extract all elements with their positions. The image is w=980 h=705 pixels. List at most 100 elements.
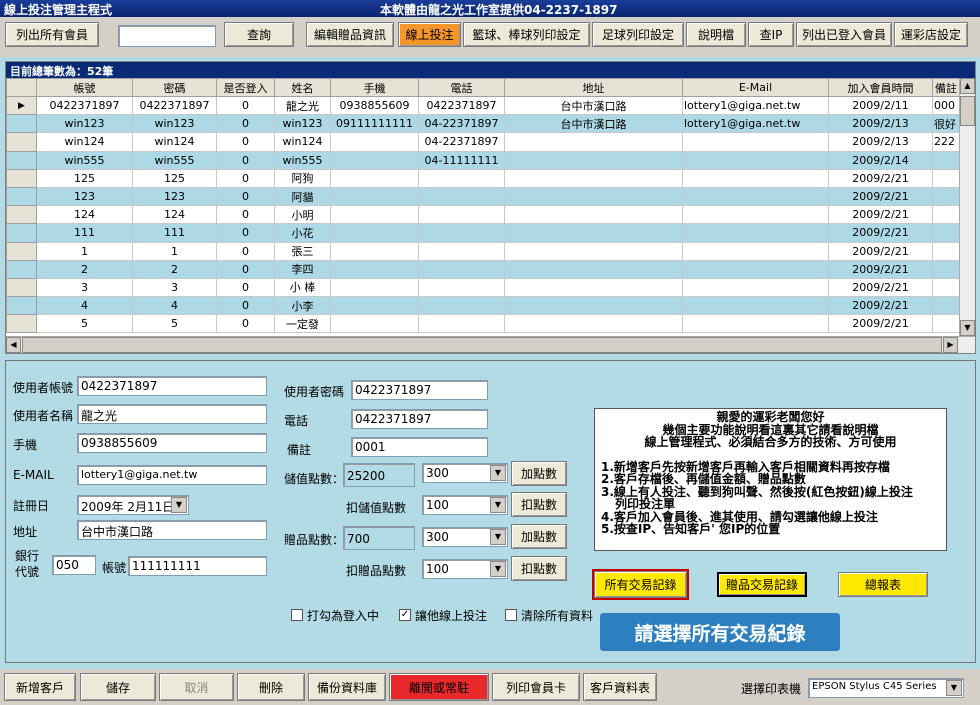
table-cell[interactable] bbox=[418, 241, 505, 261]
table-cell[interactable] bbox=[330, 205, 419, 225]
customer-sheet-button[interactable]: 客戶資料表 bbox=[583, 673, 657, 701]
table-cell[interactable] bbox=[932, 186, 960, 207]
table-cell[interactable]: 2009/2/21 bbox=[828, 223, 933, 243]
edit-gifts-button[interactable]: 編輯贈品資訊 bbox=[306, 22, 394, 47]
table-cell[interactable] bbox=[682, 168, 829, 188]
table-cell[interactable]: 1 bbox=[132, 241, 217, 261]
table-row[interactable]: win123 win123 0 win123 09111111111 04-2237189… bbox=[6, 114, 963, 134]
print-member-card-button[interactable]: 列印會員卡 bbox=[492, 673, 580, 701]
table-cell[interactable]: 000 bbox=[932, 95, 960, 116]
table-cell[interactable]: win555 bbox=[36, 150, 133, 170]
table-cell[interactable] bbox=[504, 186, 683, 207]
table-cell[interactable] bbox=[330, 223, 419, 243]
table-cell[interactable] bbox=[418, 205, 505, 225]
deduct-stored-points-button[interactable]: 扣點數 bbox=[511, 492, 567, 517]
table-cell[interactable] bbox=[682, 277, 829, 298]
query-button[interactable]: 查詢 bbox=[224, 22, 294, 47]
account-input[interactable]: 0422371897 bbox=[77, 376, 267, 396]
table-cell[interactable]: 2009/2/14 bbox=[828, 150, 933, 170]
column-header[interactable]: 手機 bbox=[330, 78, 419, 97]
table-cell[interactable]: 0 bbox=[216, 259, 275, 279]
table-cell[interactable] bbox=[504, 277, 683, 298]
table-cell[interactable] bbox=[330, 277, 419, 298]
exit-button[interactable]: 離開或常駐 bbox=[389, 673, 489, 701]
table-cell[interactable] bbox=[418, 168, 505, 188]
row-selector[interactable] bbox=[6, 241, 37, 261]
table-cell[interactable]: 2009/2/11 bbox=[828, 95, 933, 116]
phone-input[interactable]: 0422371897 bbox=[351, 409, 488, 429]
row-selector[interactable] bbox=[6, 296, 37, 316]
vertical-scrollbar[interactable]: ▲ ▼ bbox=[959, 78, 975, 336]
table-cell[interactable] bbox=[682, 186, 829, 207]
row-selector[interactable] bbox=[6, 259, 37, 279]
table-cell[interactable] bbox=[330, 132, 419, 152]
row-selector[interactable] bbox=[6, 150, 37, 170]
table-cell[interactable]: 小李 bbox=[274, 296, 331, 316]
gift-amount-select[interactable]: 300 ▼ bbox=[422, 527, 508, 547]
table-cell[interactable] bbox=[504, 168, 683, 188]
printer-select[interactable]: EPSON Stylus C45 Series ▼ bbox=[808, 678, 964, 698]
column-header[interactable]: 地址 bbox=[504, 78, 683, 97]
table-cell[interactable]: win124 bbox=[274, 132, 331, 152]
table-cell[interactable] bbox=[682, 150, 829, 170]
table-row[interactable]: 123 123 0 阿貓 2009/2/21 bbox=[6, 186, 963, 207]
table-row[interactable]: 125 125 0 阿狗 2009/2/21 bbox=[6, 168, 963, 188]
table-cell[interactable] bbox=[932, 150, 960, 170]
horizontal-scrollbar[interactable]: ◀ ▶ bbox=[6, 336, 975, 353]
delete-button[interactable]: 刪除 bbox=[237, 673, 305, 701]
cancel-button[interactable]: 取消 bbox=[159, 673, 234, 701]
table-cell[interactable]: 0 bbox=[216, 277, 275, 298]
row-selector[interactable] bbox=[6, 314, 37, 334]
table-cell[interactable]: 2009/2/21 bbox=[828, 296, 933, 316]
table-cell[interactable]: 123 bbox=[132, 186, 217, 207]
table-cell[interactable]: 小花 bbox=[274, 223, 331, 243]
table-cell[interactable]: 0 bbox=[216, 168, 275, 188]
table-cell[interactable] bbox=[330, 168, 419, 188]
table-row[interactable]: 124 124 0 小明 2009/2/21 bbox=[6, 205, 963, 225]
table-cell[interactable]: 2009/2/21 bbox=[828, 186, 933, 207]
check-ip-button[interactable]: 查IP bbox=[748, 22, 794, 47]
search-input[interactable] bbox=[118, 25, 216, 47]
gift-transactions-button[interactable]: 贈品交易記錄 bbox=[717, 572, 807, 597]
table-cell[interactable]: 0 bbox=[216, 205, 275, 225]
table-cell[interactable] bbox=[418, 186, 505, 207]
table-cell[interactable] bbox=[330, 150, 419, 170]
table-cell[interactable]: 04-11111111 bbox=[418, 150, 505, 170]
table-cell[interactable] bbox=[932, 277, 960, 298]
table-cell[interactable]: 台中市漢口路 bbox=[504, 95, 683, 116]
table-cell[interactable]: 125 bbox=[132, 168, 217, 188]
table-cell[interactable]: 0422371897 bbox=[132, 95, 217, 116]
chevron-down-icon[interactable]: ▼ bbox=[490, 497, 506, 513]
deduct-gift-points-button[interactable]: 扣點數 bbox=[511, 556, 567, 581]
table-cell[interactable] bbox=[330, 259, 419, 279]
stored-deduct-select[interactable]: 100 ▼ bbox=[422, 495, 508, 515]
list-all-members-button[interactable]: 列出所有會員 bbox=[5, 22, 99, 47]
table-cell[interactable] bbox=[504, 314, 683, 334]
column-header[interactable]: 電話 bbox=[418, 78, 505, 97]
chevron-down-icon[interactable]: ▼ bbox=[490, 529, 506, 545]
note-input[interactable]: 0001 bbox=[351, 437, 488, 457]
table-cell[interactable]: 123 bbox=[36, 186, 133, 207]
table-cell[interactable]: 111 bbox=[132, 223, 217, 243]
table-cell[interactable] bbox=[932, 314, 960, 334]
table-cell[interactable]: 小明 bbox=[274, 205, 331, 225]
scroll-up-icon[interactable]: ▲ bbox=[960, 78, 975, 94]
table-cell[interactable] bbox=[330, 314, 419, 334]
table-cell[interactable]: win124 bbox=[132, 132, 217, 152]
address-input[interactable]: 台中市漢口路 bbox=[77, 520, 267, 540]
table-row[interactable]: 5 5 0 一定發 2009/2/21 bbox=[6, 314, 963, 334]
manual-button[interactable]: 說明檔 bbox=[686, 22, 746, 47]
table-cell[interactable]: 04-22371897 bbox=[418, 114, 505, 134]
table-cell[interactable]: 2009/2/21 bbox=[828, 205, 933, 225]
table-cell[interactable]: 2009/2/13 bbox=[828, 132, 933, 152]
table-cell[interactable]: 0 bbox=[216, 296, 275, 316]
table-cell[interactable] bbox=[504, 241, 683, 261]
mobile-input[interactable]: 0938855609 bbox=[77, 433, 267, 453]
table-cell[interactable] bbox=[504, 205, 683, 225]
table-cell[interactable]: 3 bbox=[132, 277, 217, 298]
table-cell[interactable]: 2009/2/21 bbox=[828, 314, 933, 334]
table-row[interactable]: 2 2 0 李四 2009/2/21 bbox=[6, 259, 963, 279]
lottery-settings-button[interactable]: 運彩店設定 bbox=[894, 22, 968, 47]
row-selector[interactable] bbox=[6, 277, 37, 298]
scroll-thumb[interactable] bbox=[960, 96, 975, 126]
